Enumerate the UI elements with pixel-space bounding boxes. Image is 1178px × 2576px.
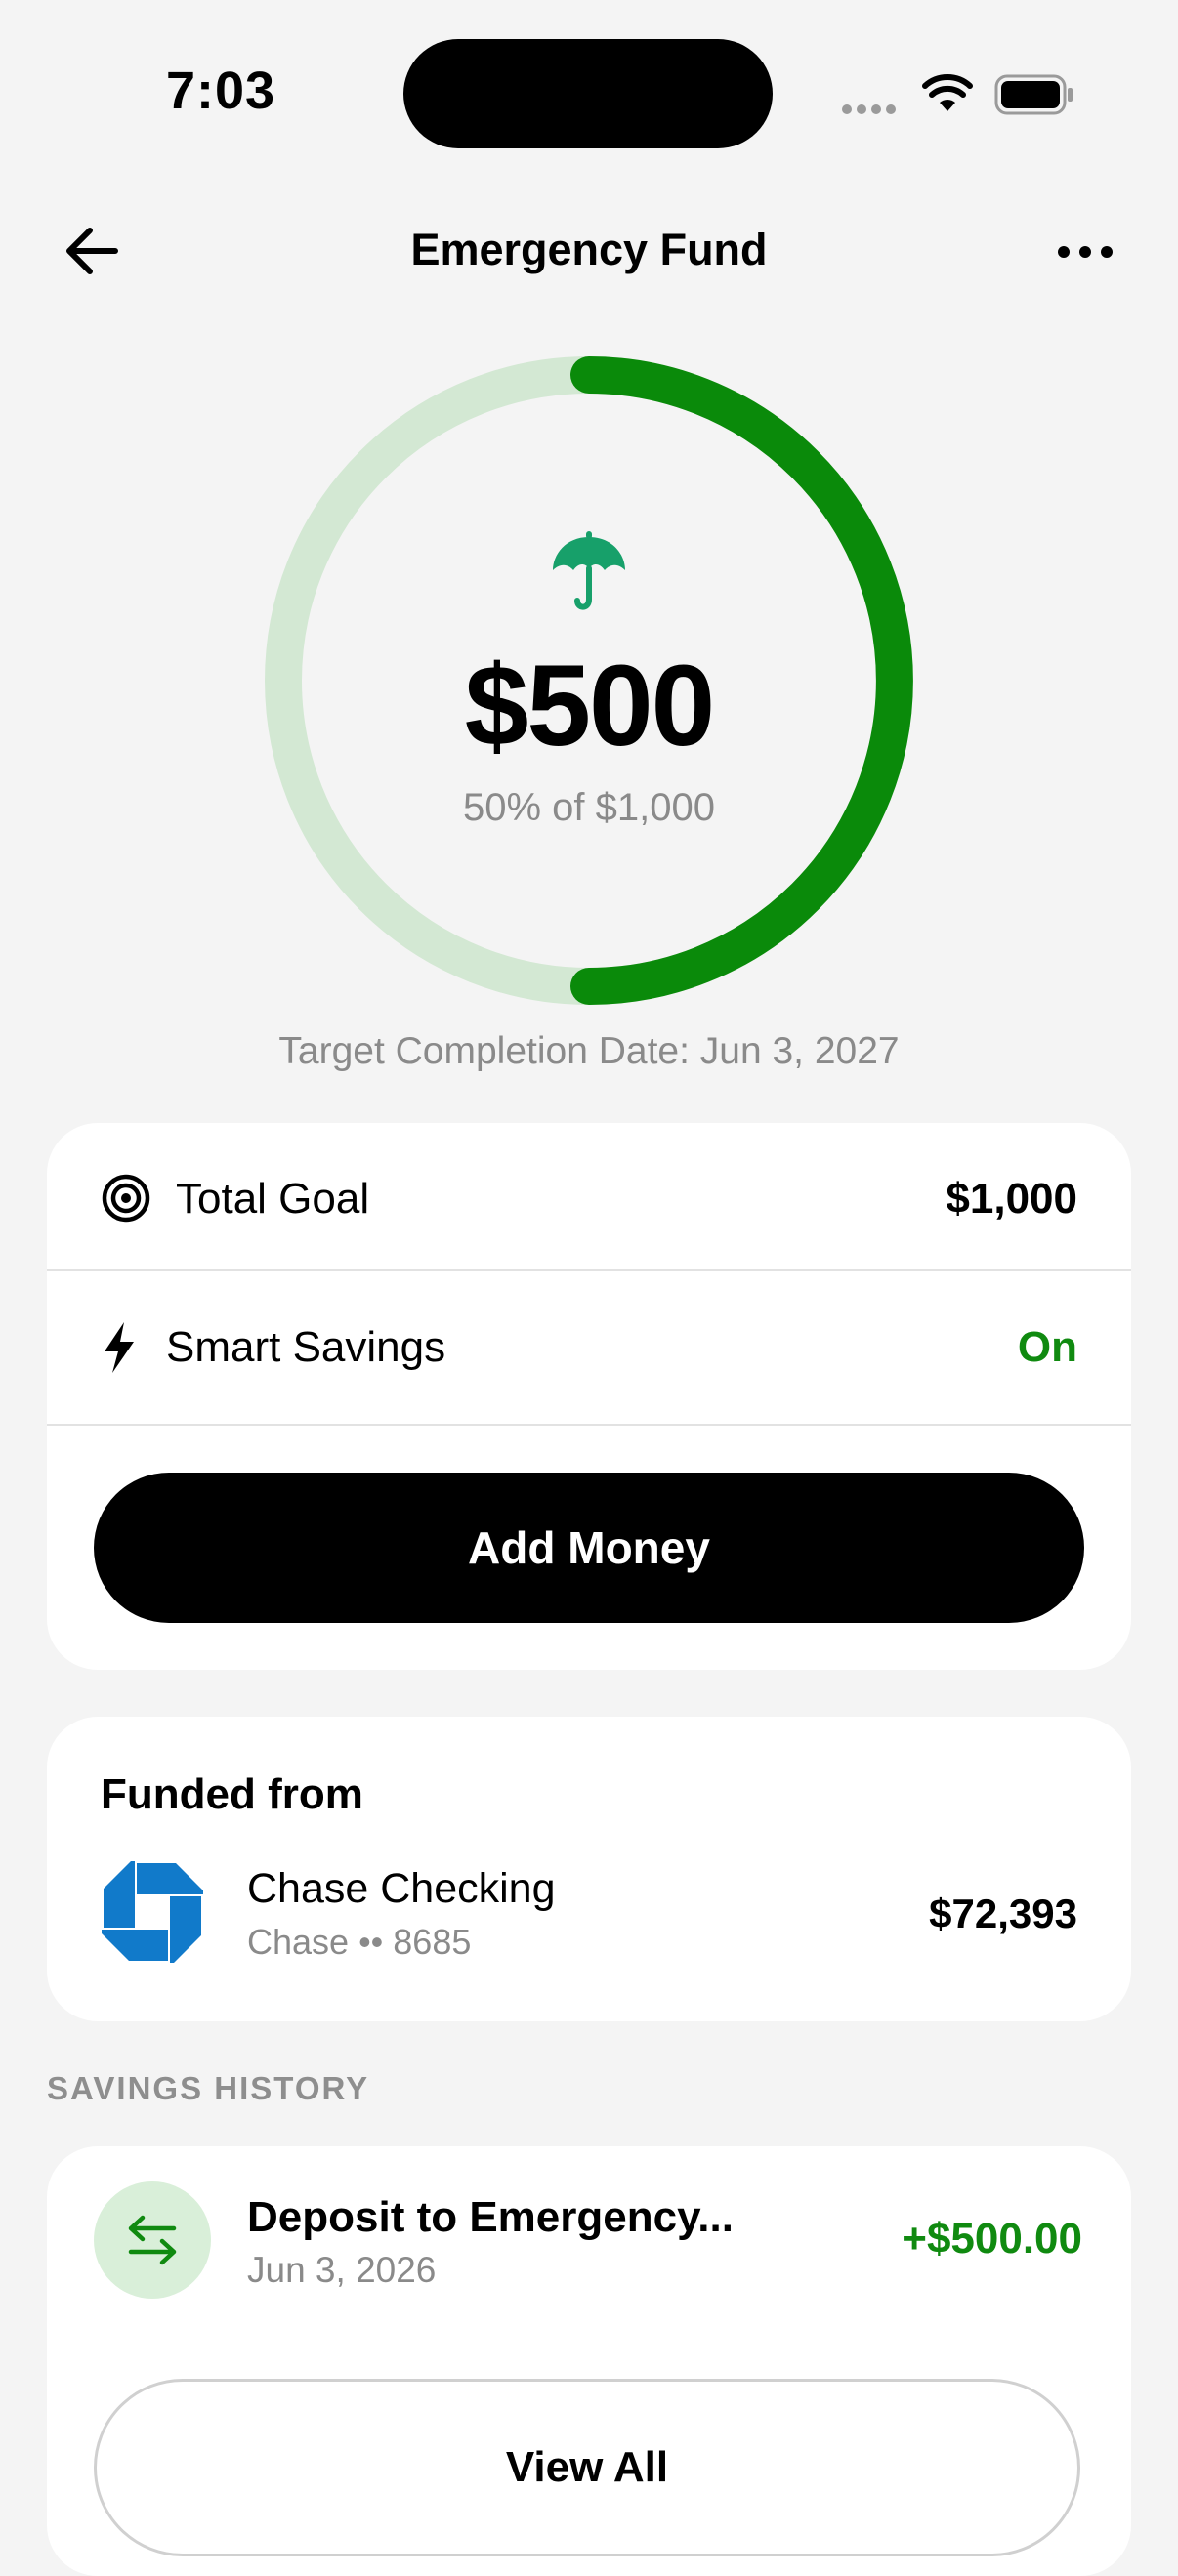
transaction-icon-badge [94,2181,211,2299]
battery-icon [994,74,1073,115]
smart-savings-label: Smart Savings [166,1322,446,1371]
divider [47,1424,1131,1426]
transaction-date: Jun 3, 2026 [247,2250,437,2290]
signal-icon [842,102,901,119]
view-all-button[interactable]: View All [94,2379,1080,2556]
saved-amount: $500 [464,642,716,770]
dynamic-island [403,39,773,148]
more-horizontal-icon[interactable] [1057,240,1114,264]
savings-history-card: Deposit to Emergency... Jun 3, 2026 +$50… [47,2146,1131,2576]
page-title: Emergency Fund [410,225,768,274]
smart-savings-status: On [1017,1322,1077,1371]
status-time: 7:03 [166,62,276,120]
transfer-arrows-icon [128,2215,177,2265]
transaction-amount: +$500.00 [902,2215,1082,2263]
account-balance: $72,393 [929,1890,1077,1936]
chase-logo-icon [102,1861,203,1963]
account-detail: Chase •• 8685 [247,1922,472,1962]
progress-subtitle: 50% of $1,000 [463,786,715,829]
smart-savings-row[interactable]: Smart Savings On [47,1271,1131,1423]
target-icon [102,1174,150,1223]
bolt-icon [105,1322,134,1373]
total-goal-row[interactable]: Total Goal $1,000 [47,1123,1131,1274]
goal-card: Total Goal $1,000 Smart Savings On Add M… [47,1123,1131,1670]
total-goal-label: Total Goal [176,1174,370,1223]
savings-history-header: SAVINGS HISTORY [47,2070,370,2106]
funded-from-card: Funded from Chase Checking Chase •• 8685… [47,1717,1131,2021]
account-name: Chase Checking [247,1865,556,1912]
transaction-title[interactable]: Deposit to Emergency... [247,2193,734,2242]
target-completion-date: Target Completion Date: Jun 3, 2027 [278,1030,900,1072]
total-goal-value: $1,000 [946,1174,1077,1223]
umbrella-icon [553,531,625,610]
funded-from-title: Funded from [101,1770,363,1818]
add-money-button[interactable]: Add Money [94,1473,1084,1623]
wifi-icon [922,74,973,111]
